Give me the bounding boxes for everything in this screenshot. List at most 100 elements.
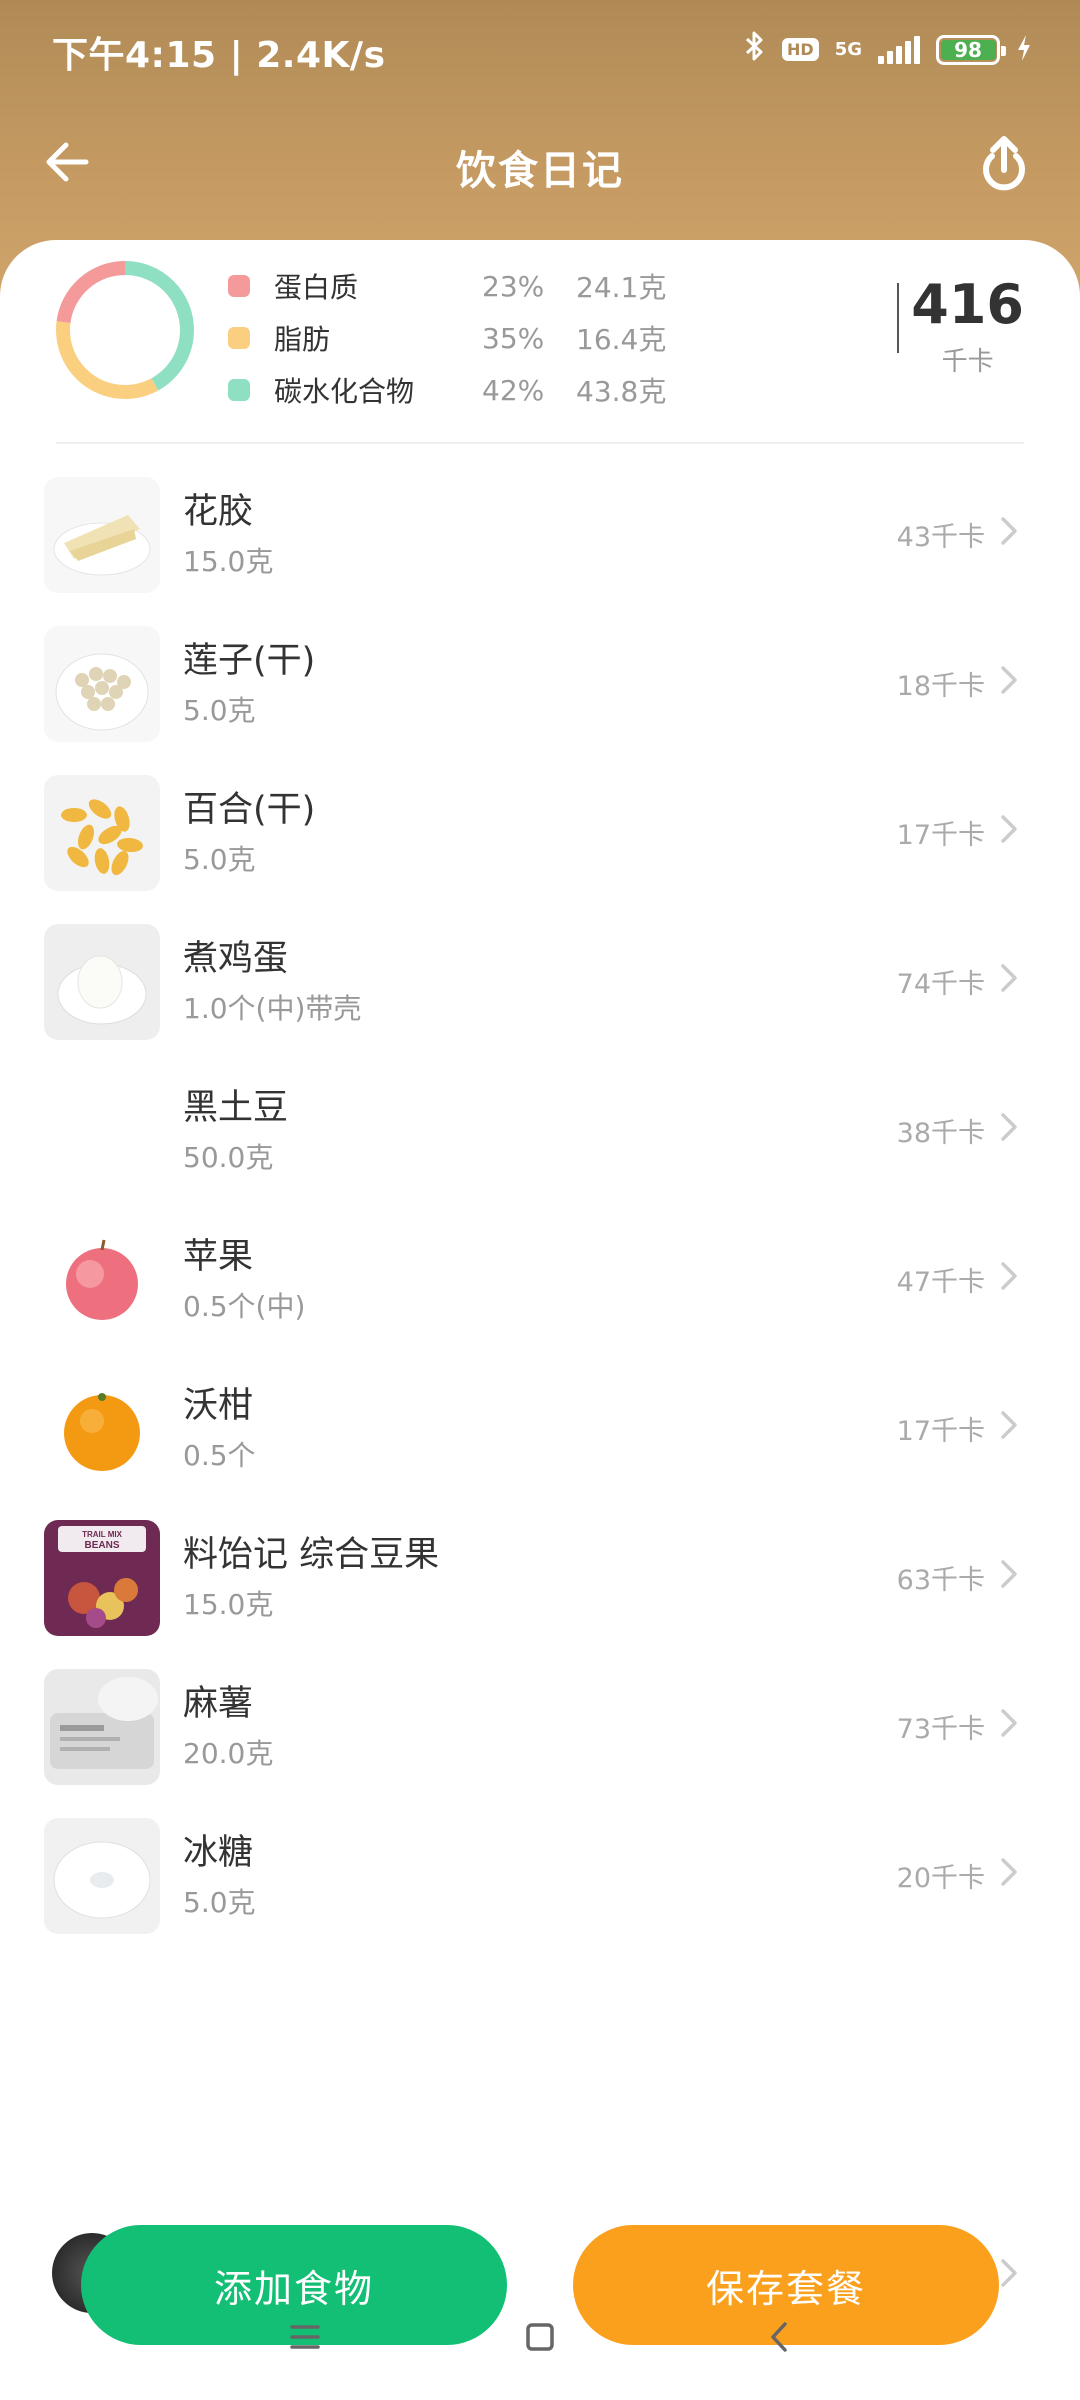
trail-mix-beans-thumbnail: TRAIL MIX BEANS [44, 1520, 160, 1636]
food-list-item[interactable]: 煮鸡蛋 1.0个(中)带壳 74千卡 [0, 892, 1080, 1041]
food-quantity: 0.5个 [183, 1439, 256, 1472]
total-divider [897, 283, 900, 353]
summary-divider [56, 442, 1024, 444]
food-quantity: 5.0克 [183, 694, 256, 727]
food-thumbnail-empty [44, 1073, 160, 1189]
apple-thumbnail [44, 1222, 160, 1338]
macro-percent: 23% [482, 269, 545, 303]
food-name: 黑土豆 [183, 1088, 289, 1128]
food-quantity: 0.5个(中) [183, 1290, 306, 1323]
food-name: 煮鸡蛋 [183, 939, 289, 979]
food-list-item[interactable]: 冰糖 5.0克 20千卡 [0, 1786, 1080, 1935]
food-list: 花胶 15.0克 43千卡 莲子(干) 5.0克 18千卡 百合(干) 5.0克 17千卡 煮鸡蛋… [0, 445, 1080, 1935]
total-calories: 416 千卡 [897, 273, 1024, 378]
food-calories: 73千卡 [896, 1714, 985, 1745]
food-quantity: 20.0克 [183, 1737, 274, 1770]
main-card: 蛋白质 23% 24.1克 脂肪 35% 16.4克 碳水化合物 42% 43.… [0, 240, 1080, 2400]
menu-icon[interactable] [280, 2312, 330, 2362]
food-calories: 17千卡 [896, 1416, 985, 1447]
macro-name: 碳水化合物 [274, 375, 415, 408]
chevron-right-icon [1001, 1858, 1017, 1886]
food-calories: 17千卡 [896, 820, 985, 851]
page-title: 饮食日记 [456, 148, 624, 194]
macro-name: 蛋白质 [274, 271, 359, 304]
network-type: 5G [834, 38, 862, 60]
charging-icon [1016, 34, 1032, 66]
status-time: 下午4:15 | 2.4K/s [52, 35, 386, 76]
food-list-item[interactable]: 麻薯 20.0克 73千卡 [0, 1637, 1080, 1786]
hd-badge: HD [782, 38, 819, 61]
food-calories: 74千卡 [896, 969, 985, 1000]
nutrition-summary: 蛋白质 23% 24.1克 脂肪 35% 16.4克 碳水化合物 42% 43.… [0, 240, 1080, 440]
lotus-seed-thumbnail [44, 626, 160, 742]
mochi-thumbnail [44, 1669, 160, 1785]
macro-legend: 蛋白质 23% 24.1克 脂肪 35% 16.4克 碳水化合物 42% 43.… [228, 260, 666, 416]
status-bar: 下午4:15 | 2.4K/s HD 5G 98 [0, 0, 1080, 100]
food-list-item[interactable]: 莲子(干) 5.0克 18千卡 [0, 594, 1080, 743]
macro-percent: 35% [482, 321, 545, 355]
chevron-right-icon [1001, 964, 1017, 992]
macro-donut-chart [50, 255, 200, 405]
package-text: TRAIL MIX [82, 1530, 123, 1539]
food-quantity: 5.0克 [183, 843, 256, 876]
bluetooth-icon [744, 30, 766, 69]
food-quantity: 15.0克 [183, 1588, 274, 1621]
food-calories: 63千卡 [896, 1565, 985, 1596]
signal-icon [878, 35, 920, 64]
lily-bulb-thumbnail [44, 775, 160, 891]
food-name: 苹果 [183, 1237, 254, 1277]
food-name: 麻薯 [183, 1684, 254, 1724]
chevron-right-icon [1001, 666, 1017, 694]
food-quantity: 5.0克 [183, 1886, 256, 1919]
food-calories: 20千卡 [896, 1863, 985, 1894]
food-quantity: 1.0个(中)带壳 [183, 992, 362, 1025]
food-calories: 47千卡 [896, 1267, 985, 1298]
food-calories: 38千卡 [896, 1118, 985, 1149]
status-icons: HD 5G 98 [744, 30, 1032, 69]
chevron-right-icon [1001, 1113, 1017, 1141]
macro-row-carbs: 碳水化合物 42% 43.8克 [228, 364, 666, 416]
fish-maw-thumbnail [44, 477, 160, 593]
food-name: 料饴记 综合豆果 [183, 1535, 440, 1575]
food-list-item[interactable]: 花胶 15.0克 43千卡 [0, 445, 1080, 594]
macro-name: 脂肪 [274, 323, 331, 356]
macro-amount: 16.4克 [576, 323, 667, 356]
food-name: 百合(干) [183, 790, 316, 830]
fat-dot [228, 327, 250, 349]
macro-row-fat: 脂肪 35% 16.4克 [228, 312, 666, 364]
food-list-item[interactable]: TRAIL MIX BEANS 料饴记 综合豆果 15.0克 63千卡 [0, 1488, 1080, 1637]
food-list-item[interactable]: 百合(干) 5.0克 17千卡 [0, 743, 1080, 892]
food-quantity: 15.0克 [183, 545, 274, 578]
food-list-item[interactable]: 黑土豆 50.0克 38千卡 [0, 1041, 1080, 1190]
chevron-right-icon [1001, 517, 1017, 545]
chevron-right-icon [1001, 1411, 1017, 1439]
food-name: 沃柑 [183, 1386, 254, 1426]
food-calories: 18千卡 [896, 671, 985, 702]
boiled-egg-thumbnail [44, 924, 160, 1040]
chevron-right-icon [1001, 1560, 1017, 1588]
carbs-dot [228, 379, 250, 401]
chevron-right-icon [1001, 2259, 1017, 2287]
total-calories-value: 416 [911, 273, 1024, 336]
svg-text:BEANS: BEANS [84, 1540, 119, 1551]
food-quantity: 50.0克 [183, 1141, 274, 1174]
home-icon[interactable] [515, 2312, 565, 2362]
battery-level: 98 [954, 37, 982, 62]
chevron-right-icon [1001, 815, 1017, 843]
battery-icon: 98 [936, 34, 1006, 65]
back-icon[interactable] [755, 2312, 805, 2362]
mandarin-thumbnail [44, 1371, 160, 1487]
upload-icon[interactable] [972, 130, 1036, 194]
food-calories: 43千卡 [896, 522, 985, 553]
food-list-item[interactable]: 沃柑 0.5个 17千卡 [0, 1339, 1080, 1488]
food-name: 花胶 [183, 492, 254, 532]
chevron-right-icon [1001, 1262, 1017, 1290]
nav-bar: 饮食日记 [0, 110, 1080, 220]
protein-dot [228, 275, 250, 297]
food-name: 莲子(干) [183, 641, 316, 681]
rock-sugar-thumbnail [44, 1818, 160, 1934]
macro-amount: 43.8克 [576, 375, 667, 408]
macro-amount: 24.1克 [576, 271, 667, 304]
food-list-item[interactable]: 苹果 0.5个(中) 47千卡 [0, 1190, 1080, 1339]
system-navigation-bar [0, 2290, 1080, 2380]
